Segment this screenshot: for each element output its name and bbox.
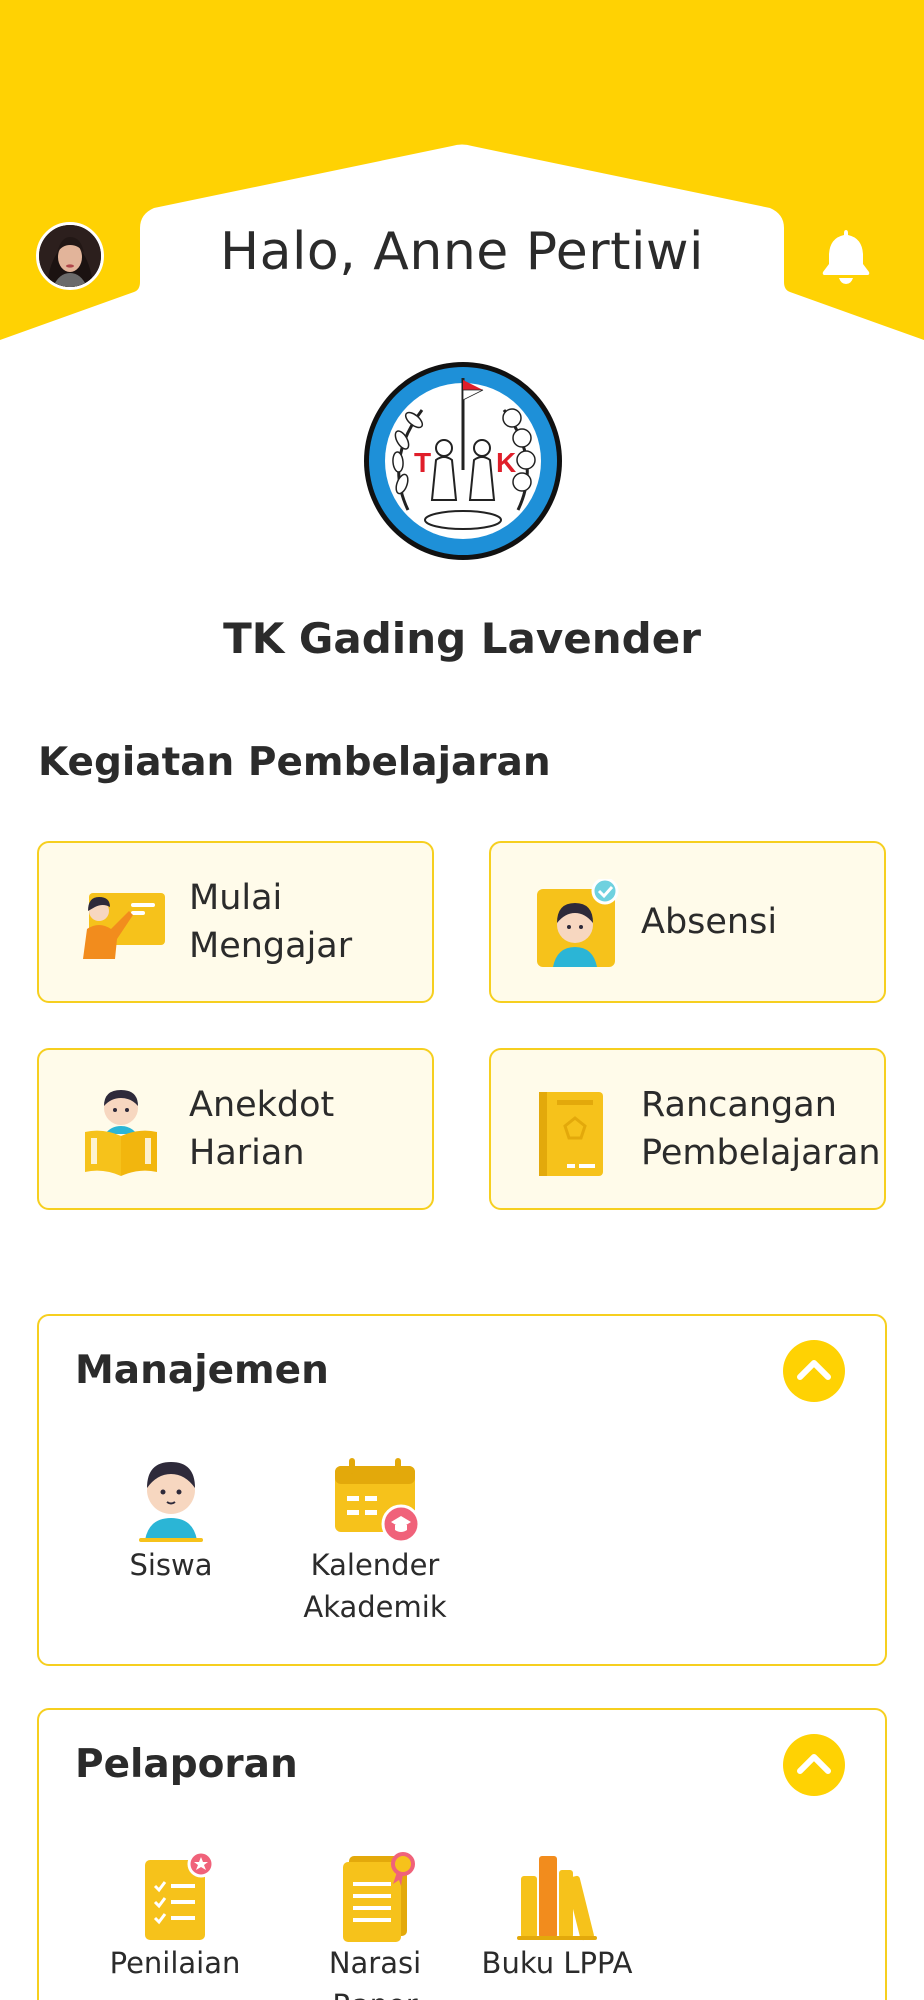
card-anekdot-harian[interactable]: Anekdot Harian (37, 1048, 434, 1210)
manajemen-title: Manajemen (75, 1348, 329, 1393)
pelaporan-collapse-button[interactable] (783, 1734, 845, 1796)
pelaporan-panel: Pelaporan Penilaian Narasi Buku LPPA (37, 1708, 887, 2000)
menu-item-label: Kalender Akademik (303, 1548, 447, 1624)
card-label: Absensi (641, 902, 778, 942)
menu-item-narasi-rapor[interactable]: Narasi Rapor (285, 1850, 465, 2000)
manajemen-panel: Manajemen Siswa Kalender Akademik (37, 1314, 887, 1666)
chevron-up-icon (797, 1360, 831, 1380)
pelaporan-title: Pelaporan (75, 1742, 298, 1787)
card-label: Rancangan Pembelajaran (641, 1085, 881, 1173)
card-rancangan-pembelajaran[interactable]: Rancangan Pembelajaran (489, 1048, 886, 1210)
school-name: TK Gading Lavender (223, 614, 701, 663)
menu-item-kalender-akademik[interactable]: Kalender Akademik (285, 1452, 465, 1628)
calendar-icon (335, 1458, 421, 1544)
menu-item-siswa[interactable]: Siswa (81, 1452, 261, 1586)
card-mulai-mengajar[interactable]: Mulai Mengajar (37, 841, 434, 1003)
card-label: Anekdot Harian (189, 1085, 335, 1173)
student-icon (139, 1462, 203, 1542)
card-label: Mulai Mengajar (189, 878, 353, 966)
books-icon (517, 1856, 597, 1941)
greeting-title: Halo, Anne Pertiwi (220, 222, 704, 282)
avatar[interactable] (36, 222, 104, 290)
chevron-up-icon (797, 1754, 831, 1774)
notification-bell-icon[interactable] (818, 226, 874, 286)
child-reading-icon (85, 1090, 157, 1176)
menu-item-label: Buku LPPA (481, 1946, 633, 1980)
book-icon (539, 1092, 603, 1176)
avatar-photo-icon (39, 225, 101, 287)
header-background (0, 0, 924, 340)
logo-letter-t: T (414, 447, 431, 478)
school-logo: T K (364, 362, 562, 560)
assessment-icon (145, 1850, 215, 1940)
attendance-check-icon (537, 879, 619, 967)
manajemen-collapse-button[interactable] (783, 1340, 845, 1402)
card-absensi[interactable]: Absensi (489, 841, 886, 1003)
teacher-board-icon (83, 893, 165, 959)
menu-item-label: Narasi Rapor (328, 1946, 422, 2000)
menu-item-label: Penilaian (109, 1946, 241, 1980)
logo-letter-k: K (496, 447, 516, 478)
menu-item-buku-lppa[interactable]: Buku LPPA (467, 1850, 647, 1984)
report-narrative-icon (343, 1852, 415, 1942)
menu-item-penilaian[interactable]: Penilaian (85, 1850, 265, 1984)
menu-item-label: Siswa (129, 1548, 213, 1582)
kegiatan-section-title: Kegiatan Pembelajaran (38, 740, 551, 785)
